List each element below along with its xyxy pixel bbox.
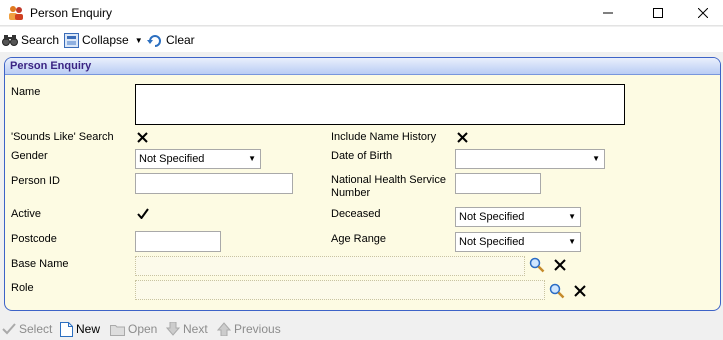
clear-label: Clear — [166, 33, 195, 47]
search-button[interactable]: Search — [2, 30, 59, 50]
panel-title: Person Enquiry — [5, 58, 720, 75]
active-checkbox[interactable] — [137, 208, 149, 219]
checkmark-icon — [2, 323, 16, 335]
person-id-label: Person ID — [11, 175, 60, 187]
magnifier-icon[interactable] — [529, 257, 545, 273]
next-label: Next — [183, 322, 208, 336]
arrow-up-icon — [217, 322, 231, 336]
age-range-value: Not Specified — [459, 236, 525, 248]
base-name-label: Base Name — [11, 258, 69, 270]
gender-label: Gender — [11, 150, 48, 162]
role-field[interactable] — [135, 280, 545, 300]
chevron-down-icon: ▼ — [568, 212, 576, 221]
people-app-icon — [9, 6, 23, 20]
refresh-icon — [147, 34, 161, 47]
maximize-icon — [653, 8, 663, 18]
dob-picker[interactable]: ▼ — [455, 149, 605, 169]
nhs-label: National Health Service Number — [331, 174, 446, 199]
folder-icon — [110, 324, 125, 336]
role-label: Role — [11, 282, 34, 294]
chevron-down-icon: ▼ — [568, 237, 576, 246]
chevron-down-icon[interactable]: ▼ — [135, 36, 143, 45]
deceased-select[interactable]: Not Specified ▼ — [455, 207, 581, 227]
base-name-field[interactable] — [135, 256, 525, 276]
close-window-button[interactable] — [680, 0, 723, 26]
previous-label: Previous — [234, 322, 281, 336]
postcode-field[interactable] — [135, 231, 221, 252]
age-range-label: Age Range — [331, 233, 387, 245]
toolbar: Search Collapse ▼ Clear — [0, 27, 723, 52]
gender-select[interactable]: Not Specified ▼ — [135, 149, 261, 169]
include-history-checkbox[interactable] — [457, 132, 468, 143]
collapse-icon — [64, 32, 79, 48]
collapse-label: Collapse — [82, 33, 129, 47]
open-label: Open — [128, 322, 158, 336]
active-label: Active — [11, 208, 41, 220]
new-label: New — [76, 322, 101, 336]
new-button[interactable]: New — [60, 320, 100, 338]
next-button[interactable]: Next — [166, 320, 208, 338]
deceased-value: Not Specified — [459, 211, 525, 223]
name-label: Name — [11, 86, 41, 98]
search-label: Search — [21, 33, 60, 47]
sounds-like-label: 'Sounds Like' Search — [11, 131, 114, 143]
chevron-down-icon: ▼ — [592, 154, 600, 163]
close-icon — [698, 8, 708, 18]
minimize-button[interactable] — [585, 0, 631, 26]
select-label: Select — [19, 322, 53, 336]
nhs-number-field[interactable] — [455, 173, 541, 194]
previous-button[interactable]: Previous — [217, 320, 281, 338]
age-range-select[interactable]: Not Specified ▼ — [455, 232, 581, 252]
sounds-like-checkbox[interactable] — [137, 132, 148, 143]
clear-base-name-icon[interactable] — [554, 259, 566, 271]
clear-button[interactable]: Clear — [147, 30, 195, 50]
new-document-icon — [60, 321, 73, 337]
name-field[interactable] — [135, 84, 625, 125]
gender-value: Not Specified — [139, 153, 205, 165]
title-bar: Person Enquiry — [0, 0, 723, 26]
include-history-label: Include Name History — [331, 131, 437, 143]
dob-label: Date of Birth — [331, 150, 393, 162]
person-id-field[interactable] — [135, 173, 293, 194]
magnifier-icon[interactable] — [549, 283, 565, 299]
clear-role-icon[interactable] — [574, 285, 586, 297]
select-button[interactable]: Select — [2, 320, 52, 338]
minimize-icon — [603, 12, 613, 14]
binoculars-icon — [2, 35, 18, 46]
arrow-down-icon — [166, 322, 180, 336]
chevron-down-icon: ▼ — [248, 154, 256, 163]
footer-toolbar: Select New Open Next Previous — [0, 317, 723, 340]
maximize-button[interactable] — [635, 0, 681, 26]
open-button[interactable]: Open — [110, 320, 157, 338]
deceased-label: Deceased — [331, 208, 381, 220]
collapse-button[interactable]: Collapse ▼ — [64, 30, 143, 50]
window-title: Person Enquiry — [30, 6, 113, 20]
postcode-label: Postcode — [11, 233, 57, 245]
person-enquiry-panel: Person Enquiry Name 'Sounds Like' Search… — [4, 57, 721, 311]
